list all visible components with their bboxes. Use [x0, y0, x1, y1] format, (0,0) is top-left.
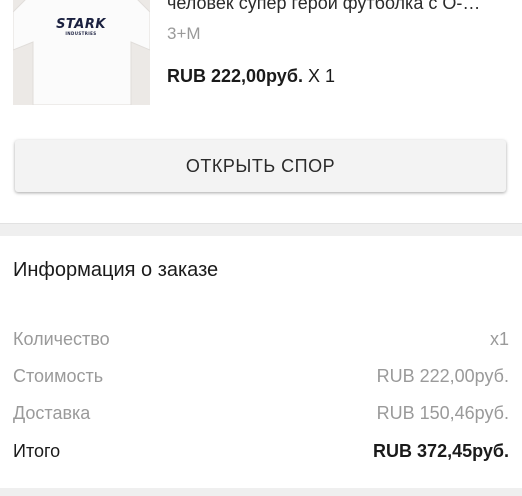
product-logo: STARK INDUSTRIES	[56, 17, 106, 36]
open-dispute-button[interactable]: ОТКРЫТЬ СПОР	[15, 140, 506, 192]
row-label: Итого	[13, 441, 61, 461]
order-row-total: Итого RUB 372,45руб.	[13, 441, 509, 467]
order-row-cost: Стоимость RUB 222,00руб.	[13, 366, 509, 392]
product-price-line: RUB 222,00руб. X 1	[167, 66, 335, 87]
order-row-quantity: Количество x1	[13, 329, 509, 355]
row-label: Стоимость	[13, 366, 104, 386]
section-divider	[0, 223, 522, 236]
product-variant: 3+M	[167, 24, 201, 43]
product-item[interactable]: STARK INDUSTRIES человек супер герой фут…	[0, 0, 522, 122]
product-title[interactable]: человек супер герой футболка с О-…	[167, 0, 507, 14]
order-info-title: Информация о заказе	[13, 259, 219, 281]
product-image[interactable]: STARK INDUSTRIES	[13, 0, 150, 105]
row-value: x1	[489, 329, 509, 349]
order-row-shipping: Доставка RUB 150,46руб.	[13, 403, 509, 429]
row-value: RUB 222,00руб.	[376, 366, 509, 386]
order-detail-screen: STARK INDUSTRIES человек супер герой фут…	[0, 0, 522, 496]
row-label: Количество	[13, 329, 110, 349]
row-value: RUB 150,46руб.	[376, 403, 509, 423]
product-quantity: X 1	[307, 66, 335, 86]
order-info-section: Информация о заказе Количество x1 Стоимо…	[0, 236, 522, 488]
row-value: RUB 372,45руб.	[373, 441, 509, 461]
product-price: RUB 222,00руб.	[167, 66, 303, 86]
tshirt-image	[13, 0, 150, 105]
bottom-divider	[0, 488, 522, 496]
row-label: Доставка	[13, 403, 91, 423]
